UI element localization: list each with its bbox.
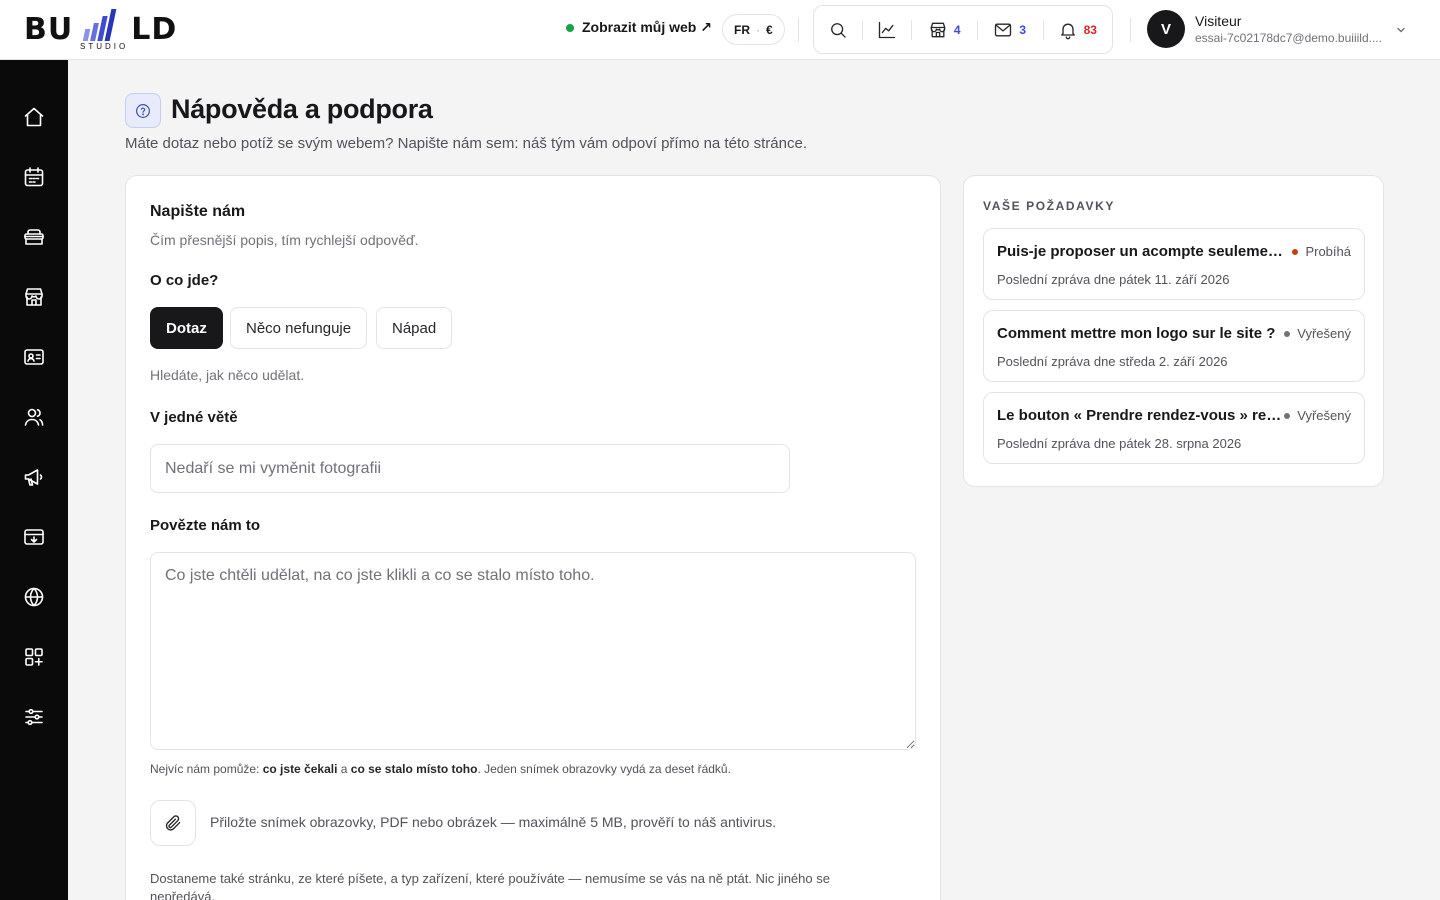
- attach-file-button[interactable]: [150, 800, 196, 846]
- users-icon: [24, 408, 44, 426]
- help-title-icon: [125, 93, 161, 128]
- search-icon: [830, 22, 846, 38]
- analytics-button[interactable]: [861, 6, 912, 53]
- shop-orders-button[interactable]: 4: [911, 6, 977, 53]
- apps-icon: [25, 648, 43, 666]
- status-badge: Vyřešený: [1284, 408, 1351, 423]
- search-button[interactable]: [814, 6, 862, 53]
- sidebar-item-shop[interactable]: [14, 277, 54, 317]
- globe-icon: [24, 587, 44, 607]
- request-title: Le bouton « Prendre rendez-vous » reste …: [997, 407, 1283, 424]
- store-icon: [930, 22, 946, 37]
- request-item[interactable]: Le bouton « Prendre rendez-vous » reste …: [983, 392, 1365, 464]
- messages-count: 3: [1019, 22, 1027, 37]
- sidebar-item-home[interactable]: [14, 97, 54, 137]
- shop-icon: [25, 288, 43, 306]
- separator-dot: ·: [756, 22, 760, 37]
- notifications-count: 83: [1083, 22, 1097, 37]
- chart-icon: [878, 21, 895, 38]
- sidebar-item-payments[interactable]: [14, 517, 54, 557]
- page-title: Nápověda a podpora: [171, 94, 433, 124]
- online-status-dot: [566, 23, 574, 32]
- details-textarea[interactable]: [150, 552, 916, 750]
- help-circle-icon: [136, 103, 150, 118]
- language-code: FR: [734, 22, 750, 37]
- user-menu[interactable]: V Visiteur essai-7c02178dc7@demo.buiiild…: [1147, 10, 1385, 48]
- summary-label: V jedné větě: [150, 409, 238, 426]
- user-email: essai-7c02178dc7@demo.buiiild....: [1195, 31, 1382, 45]
- type-hint: Hledáte, jak něco udělat.: [150, 367, 305, 383]
- sidebar-item-marketing[interactable]: [14, 457, 54, 497]
- bell-icon: [1060, 23, 1075, 39]
- services-icon: [24, 229, 44, 245]
- payment-icon: [24, 529, 44, 545]
- top-bar: BULD STUDIO Zobrazit můj web ↗ FR · € 4: [0, 0, 1440, 60]
- details-help-note: Nejvíc nám pomůže: co jste čekali a co s…: [150, 762, 731, 776]
- sidebar-item-customers[interactable]: [14, 397, 54, 437]
- orders-count: 4: [953, 22, 961, 37]
- language-currency-selector[interactable]: FR · €: [722, 14, 785, 45]
- request-item[interactable]: Puis-je proposer un acompte seulement ? …: [983, 228, 1365, 300]
- request-date: Poslední zpráva dne pátek 28. srpna 2026: [997, 436, 1242, 451]
- request-date: Poslední zpráva dne pátek 11. září 2026: [997, 272, 1230, 287]
- settings-sliders-icon: [25, 708, 43, 726]
- status-badge: Vyřešený: [1284, 326, 1351, 341]
- privacy-note: Dostaneme také stránku, ze které píšete,…: [150, 871, 830, 900]
- brand-logo[interactable]: BU LD STUDIO: [24, 8, 184, 52]
- my-requests-card: VAŠE POŽADAVKY Puis-je proposer un acomp…: [963, 175, 1384, 487]
- sidebar-item-settings[interactable]: [14, 697, 54, 737]
- sidebar: [0, 60, 68, 900]
- requests-heading: VAŠE POŽADAVKY: [983, 199, 1115, 213]
- details-label: Povězte nám to: [150, 517, 261, 534]
- user-info: Visiteur essai-7c02178dc7@demo.buiiild..…: [1195, 13, 1385, 45]
- sidebar-item-services[interactable]: [14, 217, 54, 257]
- form-subtitle: Čím přesnější popis, tím rychlejší odpov…: [150, 232, 419, 248]
- summary-input[interactable]: [150, 444, 790, 493]
- request-title: Puis-je proposer un acompte seulement ?: [997, 243, 1283, 260]
- page-subtitle: Máte dotaz nebo potíž se svým webem? Nap…: [125, 135, 807, 152]
- notifications-button[interactable]: 83: [1042, 6, 1112, 53]
- currency-symbol: €: [766, 22, 773, 37]
- chevron-down-icon[interactable]: [1395, 24, 1407, 36]
- status-badge: Probíhá: [1292, 244, 1351, 259]
- logo-bar: [82, 29, 91, 41]
- header-divider: [798, 18, 799, 42]
- type-option-bug[interactable]: Něco nefunguje: [230, 307, 368, 349]
- paperclip-icon: [165, 815, 181, 831]
- view-site-label: Zobrazit můj web ↗: [582, 19, 712, 35]
- contact-form-card: Napište nám Čím přesnější popis, tím ryc…: [125, 175, 941, 900]
- sidebar-item-contacts[interactable]: [14, 337, 54, 377]
- mail-icon: [995, 23, 1012, 36]
- user-name: Visiteur: [1195, 13, 1242, 29]
- status-dot: [1292, 248, 1299, 255]
- messages-button[interactable]: 3: [976, 6, 1043, 53]
- avatar: V: [1147, 10, 1185, 48]
- logo-bars: [82, 9, 117, 41]
- calendar-icon: [24, 167, 44, 187]
- logo-subtitle: STUDIO: [80, 42, 129, 51]
- megaphone-icon: [24, 469, 43, 486]
- request-date: Poslední zpráva dne středa 2. září 2026: [997, 354, 1228, 369]
- request-type-label: O co jde?: [150, 272, 219, 289]
- attach-description: Přiložte snímek obrazovky, PDF nebo obrá…: [210, 814, 777, 830]
- header-toolbar: 4 3 83: [813, 5, 1113, 54]
- header-divider: [1130, 18, 1131, 42]
- request-title: Comment mettre mon logo sur le site ?: [997, 325, 1276, 342]
- request-item[interactable]: Comment mettre mon logo sur le site ? Vy…: [983, 310, 1365, 382]
- contact-card-icon: [24, 349, 44, 365]
- form-title: Napište nám: [150, 203, 246, 220]
- type-option-idea[interactable]: Nápad: [376, 307, 453, 349]
- type-option-question[interactable]: Dotaz: [150, 307, 223, 349]
- status-dot: [1284, 330, 1291, 337]
- status-dot: [1284, 412, 1291, 419]
- sidebar-item-website[interactable]: [14, 577, 54, 617]
- sidebar-item-calendar[interactable]: [14, 157, 54, 197]
- home-icon: [24, 107, 44, 127]
- view-site-link[interactable]: Zobrazit můj web ↗: [566, 19, 712, 36]
- sidebar-item-apps[interactable]: [14, 637, 54, 677]
